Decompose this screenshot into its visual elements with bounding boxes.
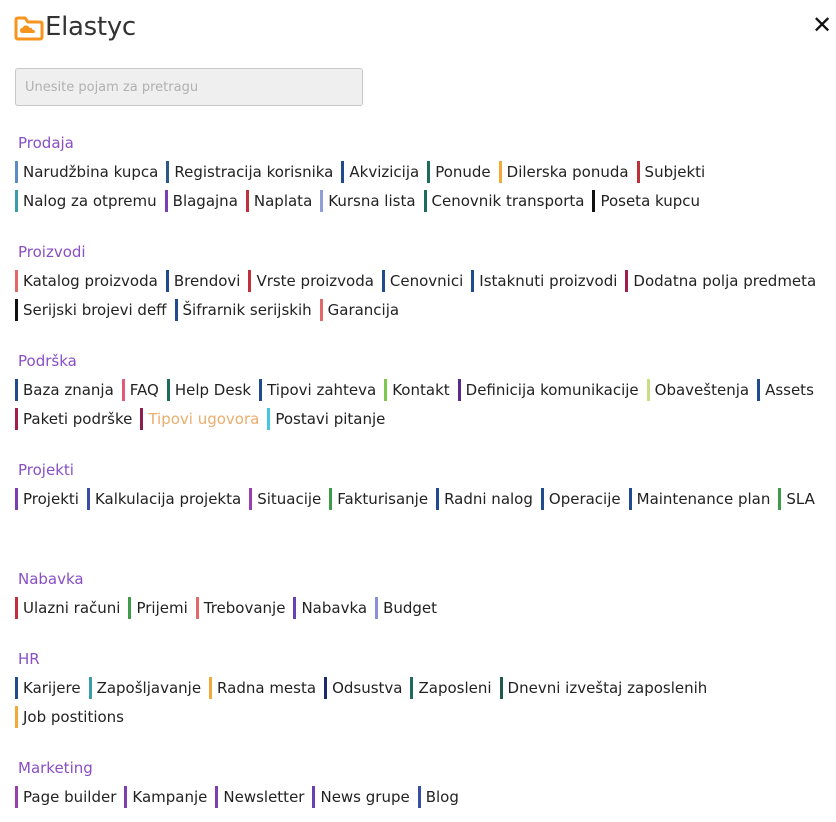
- menu-link-subjekti[interactable]: Subjekti: [636, 161, 714, 183]
- menu-link-blog[interactable]: Blog: [417, 786, 467, 808]
- menu-link-newsletter[interactable]: Newsletter: [215, 786, 312, 808]
- menu-link-page-builder[interactable]: Page builder: [15, 786, 124, 808]
- menu-link-serijski-brojevi-deff[interactable]: Serijski brojevi deff: [15, 299, 175, 321]
- menu-link-cenovnici[interactable]: Cenovnici: [381, 270, 471, 292]
- menu-link-nalog-za-otpremu[interactable]: Nalog za otpremu: [15, 190, 165, 212]
- menu-link-operacije[interactable]: Operacije: [540, 488, 629, 510]
- menu-link-assets[interactable]: Assets: [757, 379, 822, 401]
- menu-link-dnevni-izve-taj-zaposlenih[interactable]: Dnevni izveštaj zaposlenih: [499, 677, 716, 699]
- menu-link-fakturisanje[interactable]: Fakturisanje: [329, 488, 436, 510]
- section-title: Nabavka: [18, 570, 84, 588]
- section-items: Ulazni računi Prijemi Trebovanje Nabavka Bud…: [15, 597, 830, 619]
- section-podr-ka: Podrška Baza znanja FAQ Help Desk Tipovi zah…: [15, 351, 830, 430]
- menu-link--ifrarnik-serijskih[interactable]: Šifrarnik serijskih: [174, 299, 320, 321]
- menu-link-ulazni-ra-uni[interactable]: Ulazni računi: [15, 597, 128, 619]
- menu-link-cenovnik-transporta[interactable]: Cenovnik transporta: [423, 190, 593, 212]
- menu-link-help-desk[interactable]: Help Desk: [166, 379, 259, 401]
- close-button[interactable]: ✕: [810, 13, 834, 37]
- app-logo-text: Elastyc: [45, 12, 136, 42]
- menu-link-paketi-podr-ke[interactable]: Paketi podrške: [15, 408, 140, 430]
- menu-link-zaposleni[interactable]: Zaposleni: [410, 677, 499, 699]
- section-nabavka: Nabavka Ulazni računi Prijemi Trebovanje Nab…: [15, 569, 830, 619]
- menu-link-baza-znanja[interactable]: Baza znanja: [15, 379, 122, 401]
- menu-link-poseta-kupcu[interactable]: Poseta kupcu: [592, 190, 708, 212]
- menu-link-news-grupe[interactable]: News grupe: [312, 786, 417, 808]
- menu-link-kontakt[interactable]: Kontakt: [384, 379, 457, 401]
- menu-link-obave-tenja[interactable]: Obaveštenja: [646, 379, 757, 401]
- menu-link-radna-mesta[interactable]: Radna mesta: [209, 677, 324, 699]
- menu-link-zapo-ljavanje[interactable]: Zapošljavanje: [88, 677, 209, 699]
- cloud-folder-icon: [14, 13, 44, 41]
- section-items: Baza znanja FAQ Help Desk Tipovi zahteva Kon…: [15, 379, 830, 430]
- section-projekti: Projekti Projekti Kalkulacija projekta Situ…: [15, 460, 830, 510]
- menu-link-blagajna[interactable]: Blagajna: [164, 190, 246, 212]
- menu-link-vrste-proizvoda[interactable]: Vrste proizvoda: [248, 270, 381, 292]
- section-items: Karijere Zapošljavanje Radna mesta Odsustva…: [15, 677, 830, 728]
- section-title: Proizvodi: [18, 243, 86, 261]
- menu-link-registracija-korisnika[interactable]: Registracija korisnika: [166, 161, 341, 183]
- menu-link-karijere[interactable]: Karijere: [15, 677, 89, 699]
- section-items: Projekti Kalkulacija projekta Situacije Fak…: [15, 488, 830, 510]
- section-prodaja: Prodaja Narudžbina kupca Registracija kori…: [15, 133, 830, 212]
- menu-link-projekti[interactable]: Projekti: [15, 488, 87, 510]
- menu-link-odsustva[interactable]: Odsustva: [324, 677, 410, 699]
- menu-link-sla[interactable]: SLA: [778, 488, 822, 510]
- section-items: Page builder Kampanje Newsletter News grupe…: [15, 786, 830, 808]
- menu-link-kampanje[interactable]: Kampanje: [124, 786, 215, 808]
- menu-link-tipovi-ugovora[interactable]: Tipovi ugovora: [140, 408, 267, 430]
- section-proizvodi: Proizvodi Katalog proizvoda Brendovi Vrste …: [15, 242, 830, 321]
- section-items: Narudžbina kupca Registracija korisnika Ak…: [15, 161, 830, 212]
- menu-link-kalkulacija-projekta[interactable]: Kalkulacija projekta: [86, 488, 249, 510]
- menu-link-faq[interactable]: FAQ: [121, 379, 167, 401]
- menu-link-definicija-komunikacije[interactable]: Definicija komunikacije: [457, 379, 647, 401]
- section-title: HR: [18, 650, 40, 668]
- menu-link-ponude[interactable]: Ponude: [427, 161, 498, 183]
- section-title: Projekti: [18, 461, 74, 479]
- menu-link-situacije[interactable]: Situacije: [249, 488, 329, 510]
- menu-link-kursna-lista[interactable]: Kursna lista: [320, 190, 423, 212]
- menu-link-naplata[interactable]: Naplata: [245, 190, 320, 212]
- menu-link-job-postitions[interactable]: Job postitions: [15, 706, 132, 728]
- menu-link-garancija[interactable]: Garancija: [319, 299, 407, 321]
- menu-link-istaknuti-proizvodi[interactable]: Istaknuti proizvodi: [471, 270, 625, 292]
- menu-link-tipovi-zahteva[interactable]: Tipovi zahteva: [259, 379, 384, 401]
- section-title: Podrška: [18, 352, 77, 370]
- menu-link-dilerska-ponuda[interactable]: Dilerska ponuda: [498, 161, 637, 183]
- search-input[interactable]: [15, 68, 363, 106]
- menu-link-katalog-proizvoda[interactable]: Katalog proizvoda: [15, 270, 166, 292]
- section-hr: HR Karijere Zapošljavanje Radna mesta Odsust…: [15, 649, 830, 728]
- menu-link-brendovi[interactable]: Brendovi: [165, 270, 249, 292]
- section-title: Prodaja: [18, 134, 74, 152]
- menu-link-trebovanje[interactable]: Trebovanje: [195, 597, 294, 619]
- menu-link-nabavka[interactable]: Nabavka: [293, 597, 375, 619]
- section-title: Marketing: [18, 759, 93, 777]
- menu-link-narud-bina-kupca[interactable]: Narudžbina kupca: [15, 161, 166, 183]
- menu-link-akvizicija[interactable]: Akvizicija: [341, 161, 427, 183]
- menu-link-radni-nalog[interactable]: Radni nalog: [436, 488, 541, 510]
- app-header: Elastyc: [14, 10, 136, 44]
- menu-link-maintenance-plan[interactable]: Maintenance plan: [628, 488, 779, 510]
- menu-link-budget[interactable]: Budget: [375, 597, 445, 619]
- menu-link-dodatna-polja-predmeta[interactable]: Dodatna polja predmeta: [625, 270, 824, 292]
- section-marketing: Marketing Page builder Kampanje Newsletter N…: [15, 758, 830, 808]
- menu-link-postavi-pitanje[interactable]: Postavi pitanje: [267, 408, 393, 430]
- section-items: Katalog proizvoda Brendovi Vrste proizvoda…: [15, 270, 830, 321]
- close-icon: ✕: [811, 11, 833, 39]
- menu-link-prijemi[interactable]: Prijemi: [128, 597, 195, 619]
